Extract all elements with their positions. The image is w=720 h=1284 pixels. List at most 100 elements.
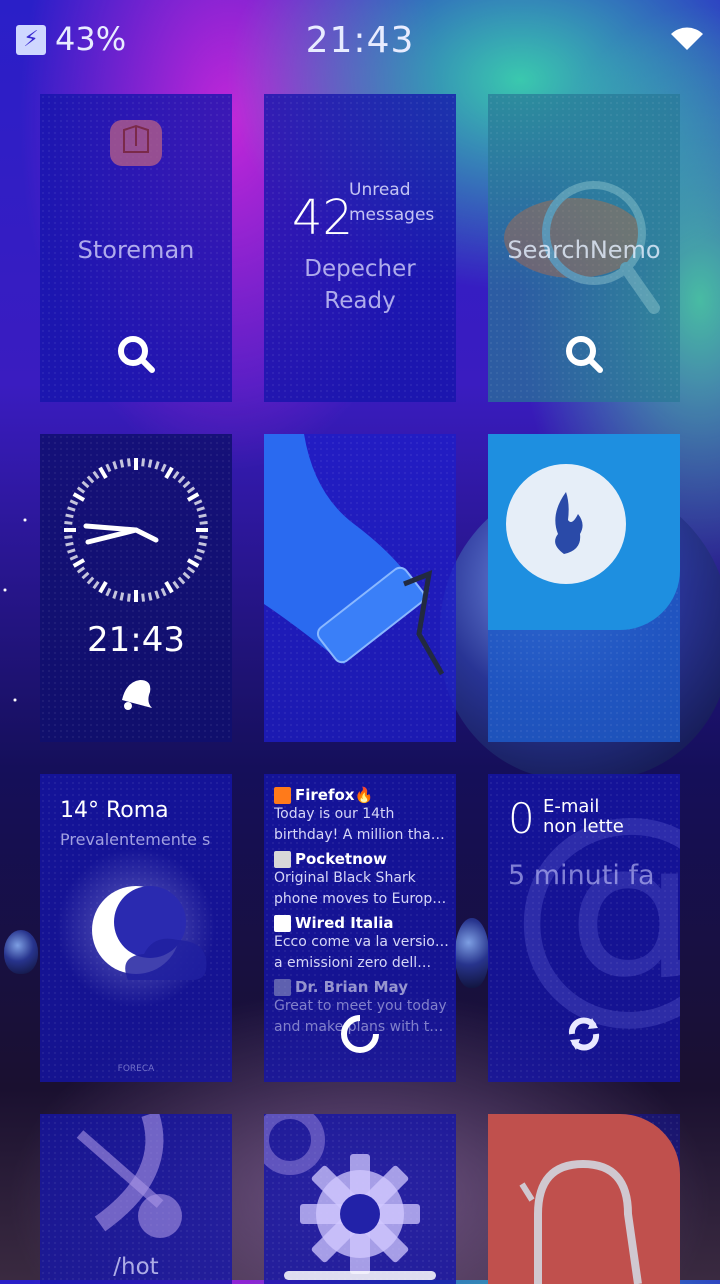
feed-item-title: Firefox🔥 [274,786,450,804]
clock-tick [64,520,73,525]
clock-tick [67,506,76,512]
clock-tick [98,580,108,594]
status-bar: ⚡ 43% 21:43 [0,0,720,80]
clock-tick [182,571,191,580]
clock-tick [196,548,205,554]
clock-tick [186,566,196,574]
refresh-icon[interactable] [340,1014,380,1054]
clock-tick [81,480,90,489]
red-app-tile[interactable] [488,1114,680,1284]
clock-tick [193,554,203,561]
weather-provider: FORECA [117,1064,155,1074]
clock-tick [98,466,108,480]
unread-count: 42 [292,190,354,246]
paint-roller-icon [264,434,445,676]
feed-source: Wired Italia [295,914,394,932]
themepainter-tile[interactable] [264,434,456,742]
feeds-tile[interactable]: Firefox🔥 Today is our 14th birthday! A mil… [264,774,456,1082]
feed-item[interactable]: Firefox🔥 Today is our 14th birthday! A mil… [274,786,450,846]
clock-tick [164,580,174,594]
feed-list: Firefox🔥 Today is our 14th birthday! A mil… [274,786,450,1042]
clock-tick [86,475,95,484]
clock-tick [65,541,74,547]
clock-tick [126,593,131,602]
email-label-2: non lette [543,816,624,837]
feed-text-line-2: a emissioni zero dell… [274,955,432,971]
email-label-1: E-mail [543,796,600,817]
weather-tile[interactable]: 14° Roma Prevalentemente s FORECA [40,774,232,1082]
clock-tick [198,513,207,519]
clock-tick [177,576,186,585]
clock-tick [72,492,86,502]
clock-tick [119,459,125,468]
clock-tick [105,463,112,473]
gear-icon [264,1114,420,1274]
clock-tick [186,492,200,502]
hot-tile[interactable]: /hot [40,1114,232,1284]
email-unread-count: 0 [508,794,535,843]
refresh-icon[interactable] [564,1014,604,1054]
clock-tick [72,558,86,568]
flame-logo-icon [506,464,626,584]
clock-tick [193,499,203,506]
clock-tick [126,458,131,467]
storeman-tile[interactable]: Storeman [40,94,232,402]
clock-tick [172,470,180,480]
clock-tick [164,466,174,480]
clock-tick [141,458,146,467]
searchnemo-tile[interactable]: SearchNemo [488,94,680,402]
feed-source: Dr. Brian May [295,978,408,996]
clock-tick [141,593,146,602]
clock-tick [86,576,95,585]
analog-clock [64,458,208,602]
feed-text-line-1: Original Black Shark [274,870,416,886]
storeman-label: Storeman [77,236,195,264]
feed-item[interactable]: Wired Italia Ecco come va la versione a em… [274,914,450,974]
clock-tick [92,470,100,480]
wallpaper-balloon-small-2 [455,918,489,988]
clock-tick [160,587,167,597]
home-indicator [284,1271,436,1280]
feed-text-line-1: Ecco come va la versione [274,934,450,950]
feed-item-title: Dr. Brian May [274,978,450,996]
clock-tick [186,558,200,568]
clock-tick [182,480,191,489]
depecher-tile[interactable]: 42 Unread messages Depecher Ready [264,94,456,402]
clock-tick [160,463,167,473]
depecher-status: Ready [324,288,396,314]
email-tile[interactable]: @ 0 E-mail non lette 5 minuti fa [488,774,680,1082]
feed-text-line-2: birthday! A million than… [274,827,450,843]
clock-tick [76,486,86,494]
search-icon[interactable] [564,334,604,374]
weather-location: 14° Roma [60,798,169,823]
clock-tile[interactable]: 21:43 [40,434,232,742]
hot-label: /hot [113,1254,159,1280]
app-blue-tile[interactable] [488,434,680,742]
clock-tick [186,486,196,494]
magnet-icon [519,1159,642,1284]
clock-tick [67,548,76,554]
clock-tick [65,513,74,519]
clock-tick [154,590,160,599]
feed-text-line-2: phone moves to Europ… [274,891,447,907]
clock-tick [64,535,73,540]
feed-source-icon [274,786,291,804]
feed-source-icon [274,850,291,868]
clock-tick [147,592,153,601]
weather-condition: Prevalentemente s [60,830,211,849]
clock-tick [196,506,205,512]
clock-tick [81,571,90,580]
unread-label-1: Unread [349,180,411,200]
clock-tick [76,566,86,574]
feed-item[interactable]: Pocketnow Original Black Shark phone moves… [274,850,450,910]
feed-source-icon [274,978,291,996]
settings-tile[interactable] [264,1114,456,1284]
clock-tick [112,461,118,470]
clock-tick [154,461,160,470]
unread-label-2: messages [349,205,435,225]
clock-tick [147,459,153,468]
clock-tick [199,520,208,525]
clock-tick [177,475,186,484]
search-icon[interactable] [116,334,156,374]
clock-tick [172,580,180,590]
